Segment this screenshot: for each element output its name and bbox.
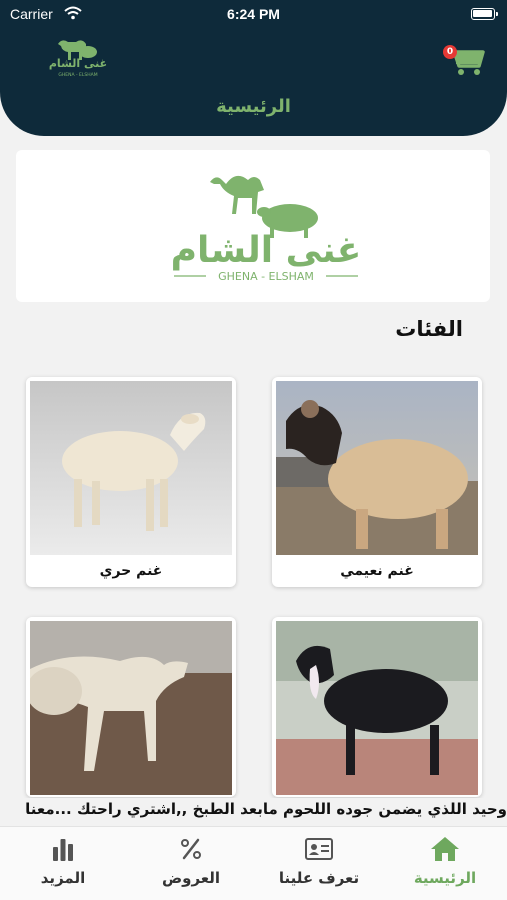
ticker-text: وحيد اللذي يضمن جوده اللحوم مابعد الطبخ … <box>25 800 507 818</box>
battery-icon <box>471 8 498 20</box>
percent-icon <box>181 838 201 860</box>
tab-offers[interactable]: العروض <box>136 835 246 887</box>
category-photo <box>276 381 478 555</box>
tab-label: الرئيسية <box>413 869 477 887</box>
svg-text:غنى الشام: غنى الشام <box>49 57 107 70</box>
category-label: غنم حري <box>99 563 163 579</box>
status-time: 6:24 PM <box>227 6 280 22</box>
svg-text:GHENA - ELSHAM: GHENA - ELSHAM <box>58 72 97 78</box>
brand-banner: غنى الشام GHENA - ELSHAM <box>16 150 490 302</box>
contact-card-icon <box>305 838 333 860</box>
announcement-ticker: وحيد اللذي يضمن جوده اللحوم مابعد الطبخ … <box>0 798 507 824</box>
categories-heading: الفئات <box>395 317 463 341</box>
brand-logo: غنى الشام GHENA - ELSHAM <box>171 175 362 283</box>
category-photo <box>30 621 232 795</box>
svg-text:GHENA - ELSHAM: GHENA - ELSHAM <box>218 270 314 283</box>
tab-home[interactable]: الرئيسية <box>390 835 500 887</box>
app-logo: غنى الشام GHENA - ELSHAM <box>49 40 107 78</box>
cart-count-badge: 0 <box>443 45 457 59</box>
tab-about[interactable]: تعرف علينا <box>264 835 374 887</box>
bottom-tab-bar: الرئيسية تعرف علينا العروض المزيد <box>0 826 507 900</box>
category-photo <box>276 621 478 795</box>
category-card-naimi[interactable]: غنم نعيمي <box>272 377 482 587</box>
category-card-goats[interactable] <box>272 617 482 797</box>
tab-label: العروض <box>161 869 221 887</box>
home-icon <box>431 837 459 861</box>
tab-label: المزيد <box>40 869 86 887</box>
category-label: غنم نعيمي <box>340 563 414 579</box>
tab-label: تعرف علينا <box>278 869 360 887</box>
category-card-harri[interactable]: غنم حري <box>26 377 236 587</box>
bar-chart-icon <box>53 839 73 861</box>
category-card-camels[interactable] <box>26 617 236 797</box>
tab-more[interactable]: المزيد <box>8 835 118 887</box>
page-title: الرئيسية <box>216 96 291 117</box>
status-bar: Carrier 6:24 PM <box>0 0 507 28</box>
category-photo <box>30 381 232 555</box>
svg-text:غنى الشام: غنى الشام <box>171 230 362 271</box>
